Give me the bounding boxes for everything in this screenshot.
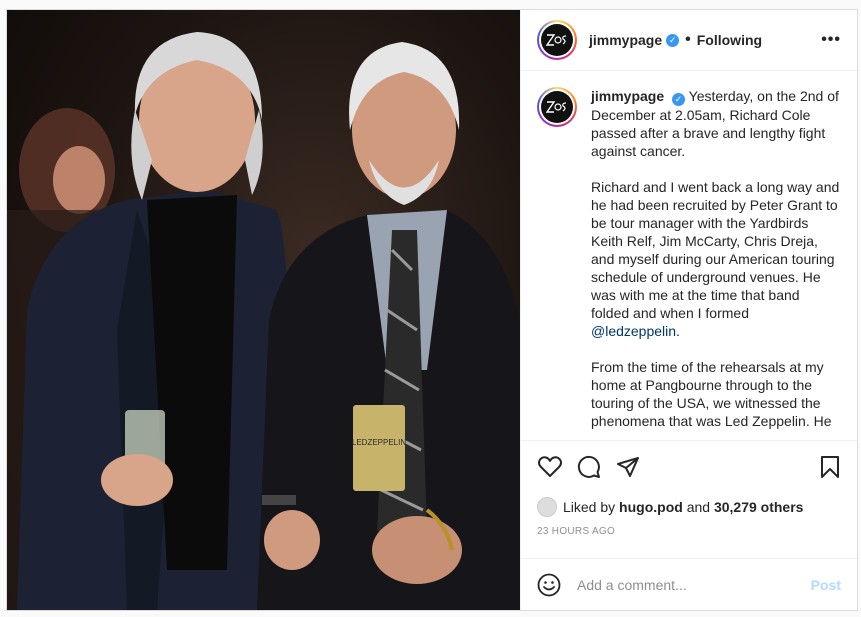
likes-prefix: Liked by — [563, 499, 616, 515]
caption-paragraph-3: From the time of the rehearsals at my ho… — [591, 358, 841, 430]
post-header: jimmypage ✓ • Following ••• — [521, 10, 857, 71]
share-icon — [617, 456, 639, 477]
post-comment-button[interactable]: Post — [811, 577, 841, 593]
caption-p2-text: Richard and I went back a long way and h… — [591, 179, 840, 321]
heart-icon — [538, 455, 562, 477]
comment-input[interactable] — [575, 575, 811, 594]
post-side-panel: jimmypage ✓ • Following ••• jimmypage ✓ … — [520, 10, 857, 610]
bookmark-icon — [821, 455, 839, 478]
emoji-icon[interactable] — [537, 573, 561, 597]
caption-p3-text: From the time of the rehearsals at my ho… — [591, 359, 832, 429]
caption-paragraph-1: jimmypage ✓ Yesterday, on the 2nd of Dec… — [591, 87, 841, 160]
caption-text: jimmypage ✓ Yesterday, on the 2nd of Dec… — [591, 87, 841, 440]
verified-badge-icon: ✓ — [672, 93, 686, 106]
avatar-border — [539, 22, 575, 58]
share-button[interactable] — [613, 452, 643, 482]
avatar-image — [541, 24, 573, 56]
liker-username[interactable]: hugo.pod — [619, 499, 683, 515]
header-username[interactable]: jimmypage — [589, 32, 662, 48]
comment-button[interactable] — [574, 452, 604, 482]
following-button[interactable]: Following — [697, 32, 762, 48]
more-options-icon[interactable]: ••• — [821, 31, 841, 49]
verified-badge-icon: ✓ — [666, 33, 680, 47]
like-button[interactable] — [535, 452, 565, 482]
caption-avatar[interactable] — [537, 87, 577, 127]
comment-box: Post — [521, 558, 857, 610]
likes-line: Liked by hugo.pod and 30,279 others — [521, 492, 857, 522]
caption-row: jimmypage ✓ Yesterday, on the 2nd of Dec… — [537, 87, 841, 440]
photo-illustration: LEDZEPPELIN — [7, 32, 520, 610]
post-photo[interactable]: LEDZEPPELIN — [7, 10, 520, 610]
zoso-logo-icon — [545, 34, 567, 46]
lanyard-badge-text: LEDZEPPELIN — [352, 438, 406, 447]
caption-avatar-image — [541, 91, 573, 123]
mention-link[interactable]: @ledzeppelin — [591, 323, 676, 339]
likes-and: and — [686, 499, 711, 515]
caption-username[interactable]: jimmypage — [591, 88, 664, 104]
post-modal: LEDZEPPELIN jimmypage ✓ • Following ••• … — [6, 9, 858, 611]
likes-count[interactable]: 30,279 others — [714, 499, 804, 515]
caption-area: jimmypage ✓ Yesterday, on the 2nd of Dec… — [521, 71, 857, 440]
save-button[interactable] — [815, 452, 845, 482]
zoso-logo-icon — [545, 101, 567, 113]
action-bar — [521, 440, 857, 492]
caption-paragraph-2: Richard and I went back a long way and h… — [591, 178, 841, 340]
avatar[interactable] — [537, 20, 577, 60]
separator-dot: • — [685, 31, 691, 48]
post-timestamp[interactable]: 23 HOURS AGO — [521, 522, 857, 550]
caption-avatar-border — [539, 89, 575, 125]
comment-icon — [577, 455, 600, 478]
caption-p2-end: . — [676, 323, 680, 339]
liker-avatar[interactable] — [537, 497, 557, 517]
